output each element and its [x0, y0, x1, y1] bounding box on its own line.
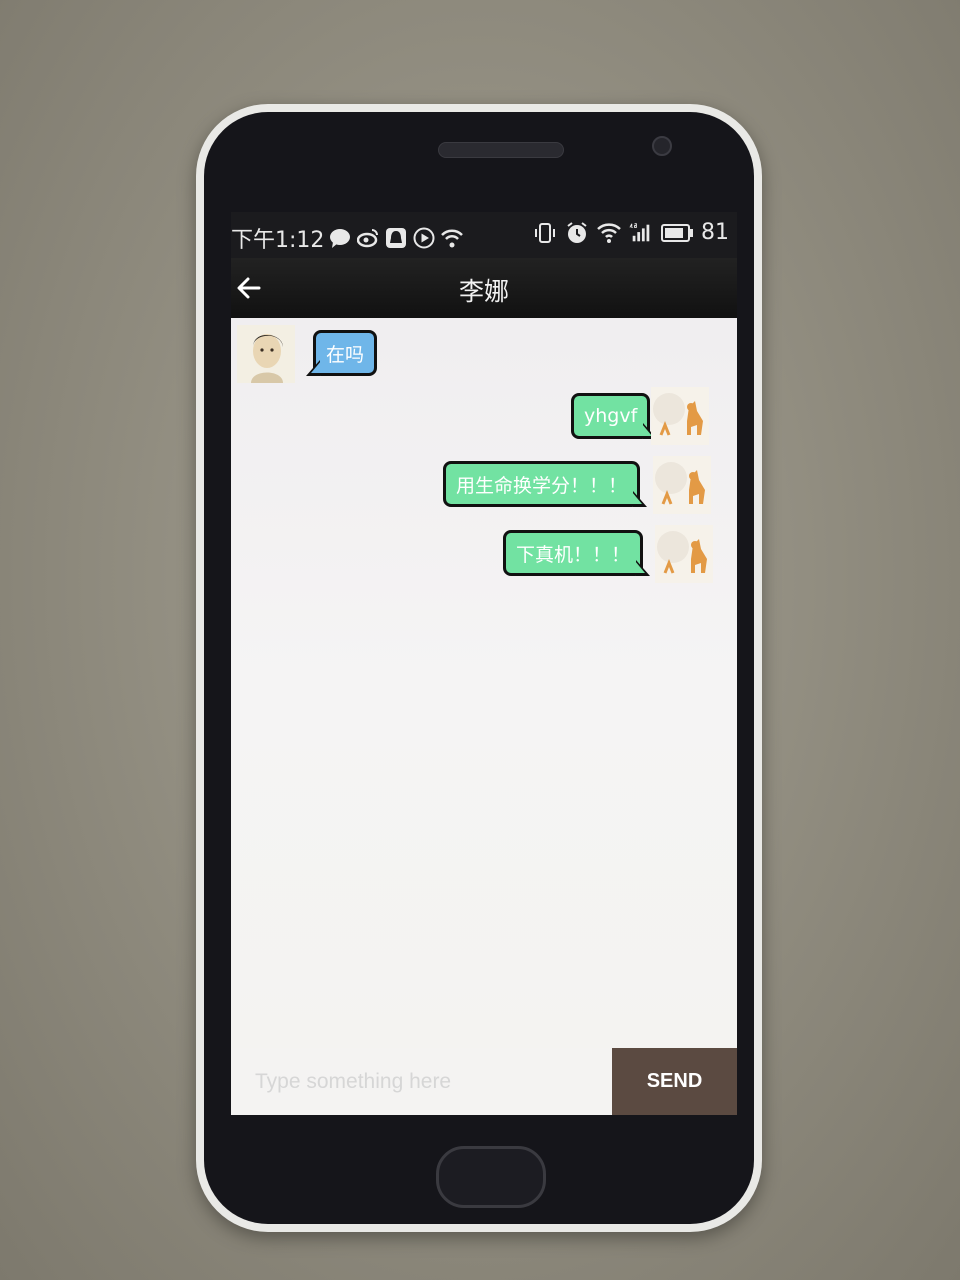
home-button[interactable]	[436, 1146, 546, 1208]
earpiece-speaker	[438, 142, 564, 158]
bubble-tail-fill	[635, 561, 646, 573]
composer-bar: SEND	[231, 1048, 737, 1115]
incoming-message-bubble[interactable]: 在吗	[306, 330, 378, 376]
wifi-icon	[597, 221, 621, 245]
battery-icon	[661, 221, 693, 245]
message-text: yhgvf	[584, 405, 638, 427]
message-text: 用生命换学分！！！	[456, 474, 628, 497]
my-avatar[interactable]	[653, 456, 711, 514]
app-screen: 下午1:12 81 李娜 在吗 yhgvf 用生命换学分！！！ 下真机！！！ T…	[231, 212, 737, 1115]
outgoing-message-bubble[interactable]: yhgvf	[571, 393, 658, 439]
front-camera	[652, 136, 672, 156]
vibrate-icon	[533, 221, 557, 245]
play-circle-icon	[412, 226, 436, 250]
status-bar: 下午1:12 81	[231, 212, 737, 258]
chat-bubble-icon	[328, 226, 352, 250]
alarm-clock-icon	[565, 221, 589, 245]
cellular-4g-signal-icon	[629, 221, 653, 245]
status-bar-left: 下午1:12	[231, 222, 464, 254]
outgoing-message-bubble[interactable]: 下真机！！！	[503, 530, 651, 576]
bubble-tail-fill	[311, 361, 321, 373]
title-bar: 李娜	[231, 258, 737, 318]
my-avatar[interactable]	[655, 525, 713, 583]
message-input[interactable]	[231, 1048, 611, 1115]
send-button[interactable]: SEND	[612, 1048, 737, 1115]
outgoing-message-bubble[interactable]: 用生命换学分！！！	[443, 461, 648, 507]
message-list: 在吗 yhgvf 用生命换学分！！！ 下真机！！！	[231, 318, 737, 1048]
message-text: 下真机！！！	[516, 543, 631, 566]
status-time: 下午1:12	[231, 228, 325, 253]
qq-notification-icon	[384, 226, 408, 250]
message-text: 在吗	[326, 343, 365, 366]
contact-name-title: 李娜	[458, 277, 509, 306]
contact-avatar[interactable]	[237, 325, 295, 383]
bubble-tail-fill	[632, 492, 643, 504]
wifi-hotspot-icon	[440, 226, 464, 250]
status-bar-right: 81	[533, 220, 729, 245]
my-avatar[interactable]	[651, 387, 709, 445]
weibo-icon	[356, 226, 380, 250]
battery-percentage: 81	[701, 220, 729, 245]
